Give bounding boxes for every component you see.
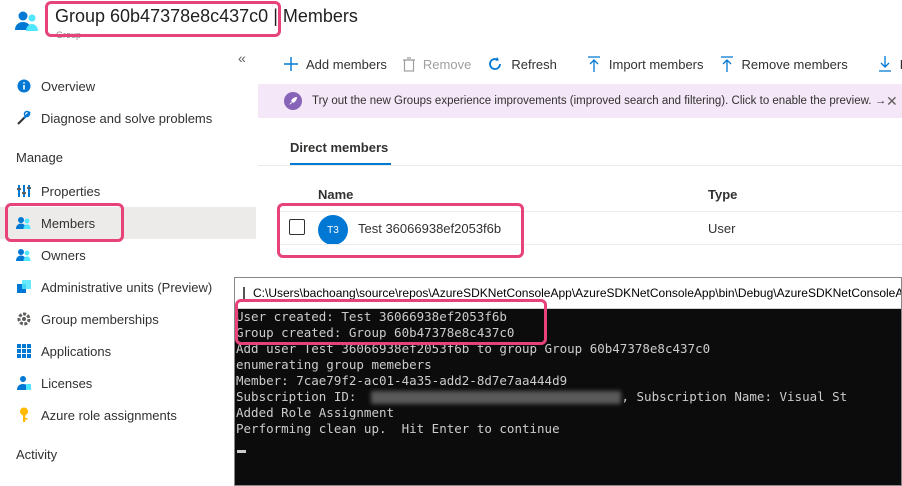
console-line: Group created: Group 60b47378e8c437c0: [236, 325, 515, 340]
console-output: User created: Test 36066938ef2053f6b Grou…: [236, 309, 901, 437]
sidebar-item-properties[interactable]: Properties: [0, 175, 256, 207]
refresh-icon: [487, 56, 503, 72]
sidebar-item-members[interactable]: Members: [0, 207, 256, 239]
bulk-remove-members-button[interactable]: Remove members: [720, 56, 848, 72]
console-line: Subscription ID: , Subscription Name: Vi…: [236, 389, 848, 404]
row-checkbox[interactable]: [289, 219, 305, 235]
header-divider: [276, 211, 902, 212]
admin-units-icon: [15, 278, 33, 296]
row-divider: [276, 244, 902, 245]
sidebar-item-owners[interactable]: Owners: [0, 239, 256, 271]
download-icon: [878, 56, 892, 72]
avatar: T3: [318, 215, 348, 245]
console-line: Added Role Assignment: [236, 405, 395, 420]
rocket-icon: [284, 92, 302, 110]
console-line: User created: Test 36066938ef2053f6b: [236, 309, 507, 324]
key-icon: [15, 406, 33, 424]
sidebar-item-overview[interactable]: Overview: [0, 70, 256, 102]
add-members-button[interactable]: Add members: [284, 57, 387, 72]
import-members-button[interactable]: Import members: [587, 56, 704, 72]
upload-icon: [587, 56, 601, 72]
page-name: Members: [282, 6, 358, 26]
console-cursor: [237, 450, 246, 453]
license-icon: [15, 374, 33, 392]
tab-divider: [258, 165, 902, 166]
sidebar-item-label: Diagnose and solve problems: [41, 110, 213, 126]
grid-icon: [15, 342, 33, 360]
wrench-icon: [15, 109, 33, 127]
owners-icon: [15, 246, 33, 264]
command-bar: Add members Remove Refresh Import member…: [258, 48, 902, 80]
sidebar-item-label: Azure role assignments: [41, 407, 177, 423]
redacted-subscription-id: [371, 391, 622, 404]
sidebar-item-label: Licenses: [41, 375, 93, 391]
activity-heading: Activity: [16, 447, 58, 462]
banner-text: Try out the new Groups experience improv…: [312, 95, 887, 107]
manage-heading: Manage: [16, 150, 63, 165]
collapse-sidebar-button[interactable]: «: [238, 50, 246, 66]
sidebar-item-label: Overview: [41, 78, 96, 94]
tab-direct-members[interactable]: Direct members: [290, 140, 388, 155]
trash-icon: [402, 56, 415, 72]
sidebar-item-group-memberships[interactable]: Group memberships: [0, 303, 256, 335]
download-button[interactable]: D: [878, 56, 902, 72]
sidebar-item-label: Owners: [41, 247, 86, 263]
sidebar-item-azure-role-assignments[interactable]: Azure role assignments: [0, 399, 256, 431]
console-line: Add user Test 36066938ef2053f6b to group…: [236, 341, 711, 356]
group-name: Group 60b47378e8c437c0: [55, 6, 269, 26]
console-line: Performing clean up. Hit Enter to contin…: [236, 421, 560, 436]
member-type: User: [708, 221, 736, 236]
group-icon: [14, 8, 40, 34]
info-icon: [15, 77, 33, 95]
console-window[interactable]: C:\Users\bachoang\source\repos\AzureSDKN…: [234, 277, 902, 486]
console-app-icon: [243, 286, 245, 300]
member-name[interactable]: Test 36066938ef2053f6b: [358, 221, 501, 236]
page-subtitle: Group: [56, 30, 82, 40]
tab-active-indicator: [290, 163, 391, 165]
refresh-button[interactable]: Refresh: [487, 56, 557, 72]
console-title: C:\Users\bachoang\source\repos\AzureSDKN…: [253, 286, 901, 300]
sidebar-item-label: Applications: [41, 343, 112, 359]
plus-icon: [284, 57, 298, 71]
sidebar-item-applications[interactable]: Applications: [0, 335, 256, 367]
title-separator: |: [273, 6, 278, 26]
column-header-name[interactable]: Name: [318, 187, 353, 202]
sidebar-item-diagnose[interactable]: Diagnose and solve problems: [0, 102, 256, 134]
sidebar-item-label: Administrative units (Preview): [41, 279, 213, 295]
members-icon: [15, 214, 33, 232]
console-line: Member: 7cae79f2-ac01-4a35-add2-8d7e7aa4…: [236, 373, 568, 388]
console-title-bar[interactable]: C:\Users\bachoang\source\repos\AzureSDKN…: [235, 278, 901, 309]
sidebar-item-licenses[interactable]: Licenses: [0, 367, 256, 399]
preview-banner[interactable]: Try out the new Groups experience improv…: [258, 84, 902, 118]
properties-icon: [15, 182, 33, 200]
sidebar-item-label: Group memberships: [41, 311, 159, 327]
sidebar-item-label: Properties: [41, 183, 101, 199]
page-title: Group 60b47378e8c437c0 | Members: [55, 6, 358, 27]
gear-icon: [15, 310, 33, 328]
console-line: enumerating group memebers: [236, 357, 432, 372]
sidebar-item-admin-units[interactable]: Administrative units (Preview): [0, 271, 256, 303]
remove-button[interactable]: Remove: [402, 56, 471, 72]
sidebar-item-label: Members: [41, 215, 96, 231]
column-header-type[interactable]: Type: [708, 187, 737, 202]
upload-icon: [720, 56, 734, 72]
close-icon[interactable]: ✕: [886, 93, 898, 110]
